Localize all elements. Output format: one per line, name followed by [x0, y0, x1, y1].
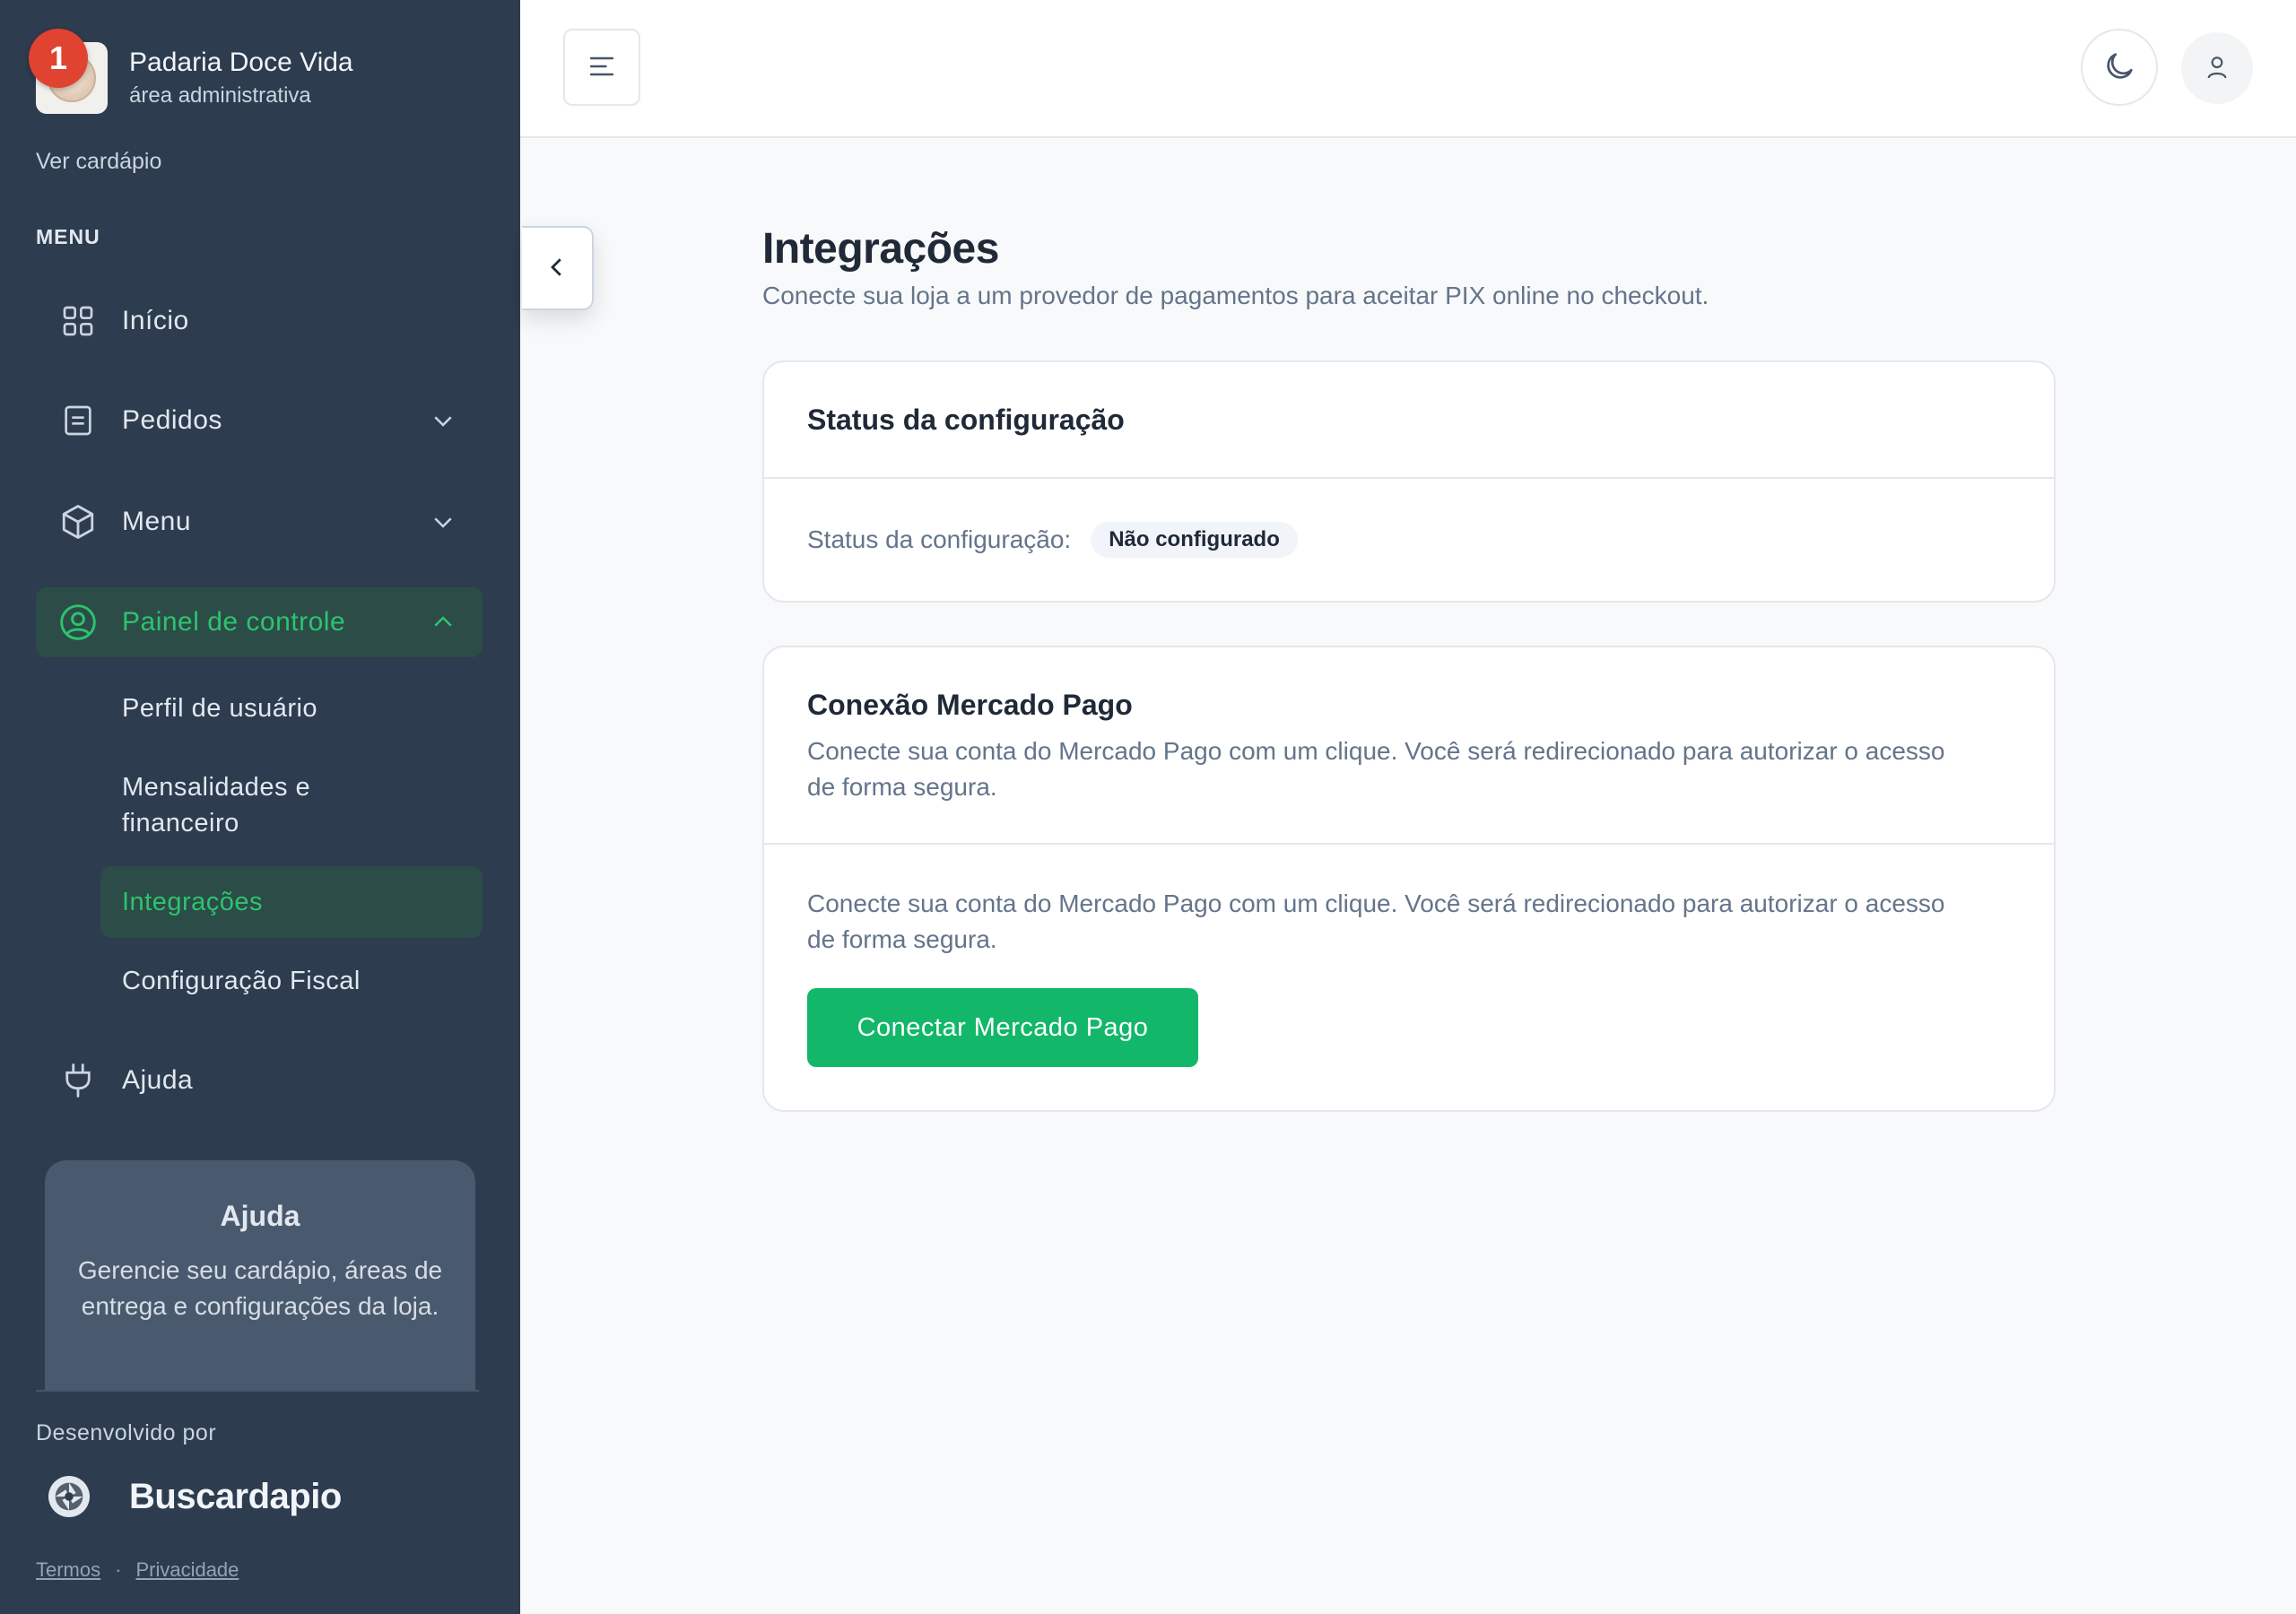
box-icon [56, 499, 100, 544]
mercadopago-body-description: Conecte sua conta do Mercado Pago com um… [807, 889, 1945, 953]
sidebar-item-ajuda[interactable]: Ajuda [36, 1046, 483, 1115]
mercadopago-card-header: Conexão Mercado Pago Conecte sua conta d… [764, 647, 2054, 845]
view-menu-link[interactable]: Ver cardápio [36, 149, 161, 175]
user-icon [2203, 53, 2231, 84]
sidebar-item-menu[interactable]: Menu [36, 487, 483, 557]
menu-toggle-button[interactable] [563, 29, 640, 106]
developer-name: Buscardapio [129, 1476, 342, 1516]
legal-links: Termos · Privacidade [36, 1558, 239, 1582]
grid-icon [56, 299, 100, 343]
user-menu-button[interactable] [2181, 32, 2253, 104]
sidebar-item-label: Início [122, 306, 189, 335]
sidebar-subitem-label: Integrações [122, 888, 264, 916]
sidebar-item-label: Painel de controle [122, 607, 346, 637]
sidebar-item-painel-de-controle[interactable]: Painel de controle [36, 587, 483, 657]
sidebar-divider [36, 1390, 479, 1392]
sidebar-item-label: Menu [122, 507, 192, 536]
chevron-up-icon [425, 604, 461, 640]
sidebar-item-label: Ajuda [122, 1065, 194, 1095]
page-subtitle: Conecte sua loja a um provedor de pagame… [762, 282, 1709, 309]
help-card-text: Gerencie seu cardápio, áreas de entrega … [77, 1256, 443, 1320]
status-label: Status da configuração: [807, 525, 1072, 553]
top-bar [520, 0, 2296, 138]
developed-by-label: Desenvolvido por [36, 1420, 217, 1445]
store-subtitle: área administrativa [129, 83, 311, 108]
theme-toggle-button[interactable] [2081, 29, 2158, 106]
developer-logo[interactable]: Buscardapio [48, 1476, 342, 1517]
aperture-logo-icon [48, 1476, 90, 1517]
sidebar-item-label: Pedidos [122, 405, 222, 435]
moon-icon [2101, 48, 2137, 87]
mercadopago-card: Conexão Mercado Pago Conecte sua conta d… [762, 646, 2056, 1112]
help-card-title: Ajuda [220, 1200, 300, 1232]
brand-text: Padaria Doce Vida área administrativa [129, 45, 353, 111]
menu-section-heading: MENU [36, 225, 100, 248]
sidebar-subitem-perfil-de-usuario[interactable]: Perfil de usuário [122, 690, 317, 726]
legal-separator: · [115, 1558, 122, 1581]
status-card: Status da configuração Status da configu… [762, 360, 2056, 603]
status-card-header: Status da configuração [764, 362, 2054, 479]
chevron-down-icon [425, 504, 461, 540]
page-title: Integrações [762, 225, 999, 273]
mercadopago-header-description: Conecte sua conta do Mercado Pago com um… [807, 737, 1945, 801]
sidebar-subitem-integracoes[interactable]: Integrações [100, 866, 483, 938]
privacy-link[interactable]: Privacidade [135, 1558, 239, 1582]
sidebar-item-inicio[interactable]: Início [36, 286, 483, 356]
status-card-title: Status da configuração [807, 403, 1125, 436]
sidebar-item-pedidos[interactable]: Pedidos [36, 386, 483, 456]
plug-icon [56, 1058, 100, 1103]
status-row: Status da configuração: Não configurado [764, 479, 2054, 601]
store-name: Padaria Doce Vida [129, 48, 353, 77]
sidebar-subitem-configuracao-fiscal[interactable]: Configuração Fiscal [122, 963, 361, 999]
chevron-down-icon [425, 403, 461, 438]
sidebar-subitem-mensalidades[interactable]: Mensalidades e financeiro [122, 769, 391, 841]
status-badge: Não configurado [1091, 522, 1298, 558]
terms-link[interactable]: Termos [36, 1558, 100, 1582]
collapse-sidebar-button[interactable] [522, 226, 594, 310]
document-icon [56, 398, 100, 443]
menu-icon [586, 50, 618, 85]
help-card: Ajuda Gerencie seu cardápio, áreas de en… [45, 1160, 475, 1390]
sidebar: Padaria Doce Vida área administrativa 1 … [0, 0, 520, 1614]
app-root: Padaria Doce Vida área administrativa 1 … [0, 0, 2296, 1614]
connect-mercadopago-button[interactable]: Conectar Mercado Pago [807, 988, 1198, 1067]
mercadopago-card-title: Conexão Mercado Pago [807, 689, 1133, 721]
notification-badge[interactable]: 1 [29, 29, 88, 88]
chevron-left-icon [544, 254, 570, 283]
user-circle-icon [56, 600, 100, 645]
